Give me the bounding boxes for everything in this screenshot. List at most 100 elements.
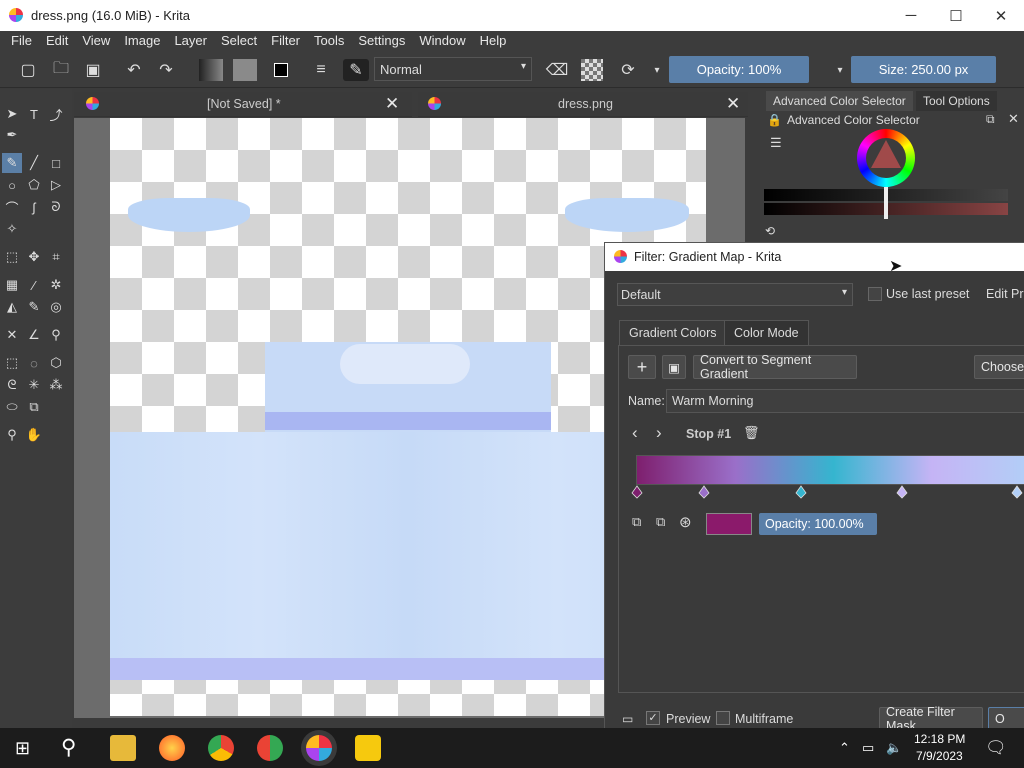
close-button[interactable]: ✕ [978, 0, 1024, 31]
colorize-mask-tool-icon[interactable]: ✎ [24, 297, 44, 317]
redo-icon[interactable]: ↷ [155, 59, 177, 81]
tab-color-mode[interactable]: Color Mode [724, 320, 809, 346]
undo-icon[interactable]: ↶ [123, 59, 145, 81]
preset-select[interactable]: Default ▾ [617, 283, 853, 306]
magnetic-select-tool-icon[interactable]: ⧉ [24, 397, 44, 417]
stop-bg-color-icon[interactable]: ⧉ [656, 514, 665, 530]
use-last-preset-checkbox[interactable] [868, 287, 882, 301]
polygon-tool-icon[interactable]: ⬠ [24, 175, 44, 195]
pan-tool-icon[interactable]: ✋ [24, 425, 44, 445]
menu-help[interactable]: Help [473, 31, 514, 52]
menu-settings[interactable]: Settings [351, 31, 412, 52]
save-gradient-icon[interactable]: ▣ [662, 355, 686, 379]
line-tool-icon[interactable]: ╱ [24, 153, 44, 173]
menu-window[interactable]: Window [412, 31, 472, 52]
menu-filter[interactable]: Filter [264, 31, 307, 52]
maximize-button[interactable]: ☐ [933, 0, 979, 31]
prev-stop-icon[interactable]: ‹ [632, 423, 638, 443]
tab-gradient-colors[interactable]: Gradient Colors [619, 320, 727, 346]
brush-preset-icon[interactable]: ✎ [343, 59, 369, 81]
smart-patch-tool-icon[interactable]: ✲ [46, 275, 66, 295]
gradient-stop-markers[interactable] [630, 484, 1024, 500]
gradient-stop-marker[interactable] [795, 485, 807, 499]
toggle-panel-icon[interactable]: ▭ [622, 712, 633, 726]
firefox-icon[interactable] [159, 735, 185, 761]
menu-select[interactable]: Select [214, 31, 264, 52]
measure-tool-icon[interactable]: ∠ [24, 325, 44, 345]
next-stop-icon[interactable]: › [656, 423, 662, 443]
add-gradient-button[interactable]: + [628, 355, 656, 379]
menu-edit[interactable]: Edit [39, 31, 75, 52]
tab-tool-options[interactable]: Tool Options [916, 91, 997, 111]
transform-tool-icon[interactable]: ⬚ [2, 247, 22, 267]
clock-time[interactable]: 12:18 PM [914, 732, 965, 746]
brush-settings-icon[interactable]: ≡ [310, 59, 332, 81]
file-explorer-icon[interactable] [110, 735, 136, 761]
opacity-dropdown-icon[interactable]: ▾ [829, 59, 851, 81]
enclose-fill-tool-icon[interactable]: ◎ [46, 297, 66, 317]
size-slider[interactable]: Size: 250.00 px [851, 56, 996, 83]
stop-color-button[interactable] [706, 513, 752, 535]
bezier-tool-icon[interactable]: ⌒ [2, 197, 22, 217]
new-document-icon[interactable]: ▢ [17, 59, 39, 81]
choose-button[interactable]: Choose [974, 355, 1024, 379]
float-docker-icon[interactable]: ⧉ [986, 112, 995, 127]
refresh-icon[interactable]: ⟲ [765, 224, 775, 238]
ellipse-tool-icon[interactable]: ○ [2, 175, 22, 195]
multibrush-tool-icon[interactable]: ✧ [2, 219, 22, 239]
menu-tools[interactable]: Tools [307, 31, 351, 52]
network-icon[interactable]: ▭ [862, 740, 874, 756]
stop-opacity-slider[interactable]: Opacity: 100.00% [759, 513, 877, 535]
stop-custom-color-icon[interactable]: ⊛ [679, 513, 692, 531]
gradient-stop-marker[interactable] [896, 485, 908, 499]
opacity-slider[interactable]: Opacity: 100% [669, 56, 809, 83]
rect-select-tool-icon[interactable]: ⬚ [2, 353, 22, 373]
notifications-icon[interactable]: 🗨 [985, 738, 1007, 758]
select-shapes-tool-icon[interactable]: ➤ [2, 104, 22, 124]
lock-icon[interactable]: 🔒 [767, 113, 782, 127]
chrome-profile-icon[interactable] [257, 735, 283, 761]
gradient-stop-marker[interactable] [1011, 485, 1023, 499]
reference-tool-icon[interactable]: ⚲ [46, 325, 66, 345]
reload-preset-icon[interactable]: ⟳ [617, 59, 639, 81]
chrome-icon[interactable] [208, 735, 234, 761]
volume-icon[interactable]: 🔈 [886, 740, 902, 756]
polygon-select-tool-icon[interactable]: ⬡ [46, 353, 66, 373]
start-windows-icon[interactable]: ⊞ [15, 738, 30, 759]
edit-shapes-tool-icon[interactable]: ⤴ [46, 104, 66, 124]
color-wheel[interactable] [857, 129, 915, 187]
search-icon[interactable]: ⚲ [61, 735, 76, 760]
gradient-preview[interactable] [636, 455, 1024, 485]
bezier-select-tool-icon[interactable]: ⬭ [2, 397, 22, 417]
reload-dropdown-icon[interactable]: ▾ [646, 59, 668, 81]
tab-dress-png[interactable]: dress.png ✕ [418, 92, 748, 117]
close-tab-icon[interactable]: ✕ [726, 94, 740, 114]
open-folder-icon[interactable]: 🗀 [50, 59, 72, 81]
gradient-name-field[interactable]: Warm Morning [666, 389, 1024, 413]
menu-image[interactable]: Image [117, 31, 167, 52]
dynamic-brush-tool-icon[interactable]: ᘐ [46, 197, 66, 217]
norton-icon[interactable] [355, 735, 381, 761]
rectangle-tool-icon[interactable]: □ [46, 153, 66, 173]
krita-taskbar-icon[interactable] [306, 735, 332, 761]
blend-mode-select[interactable]: Normal ▾ [374, 57, 532, 81]
close-docker-icon[interactable]: ✕ [1008, 111, 1019, 127]
gradient-stop-marker[interactable] [698, 485, 710, 499]
preview-checkbox[interactable]: ✓ [646, 711, 660, 725]
gradient-preset-icon[interactable] [199, 59, 223, 81]
pattern-preset-icon[interactable] [233, 59, 257, 81]
similar-select-tool-icon[interactable]: ⁂ [46, 375, 66, 395]
edit-presets-button[interactable]: Edit Pr [986, 287, 1024, 301]
polyline-tool-icon[interactable]: ▷ [46, 175, 66, 195]
preserve-alpha-icon[interactable] [581, 59, 603, 81]
menu-view[interactable]: View [75, 31, 117, 52]
convert-segment-button[interactable]: Convert to Segment Gradient [693, 353, 857, 381]
zoom-tool-icon[interactable]: ⚲ [2, 425, 22, 445]
menu-layer[interactable]: Layer [167, 31, 214, 52]
tab-advanced-color-selector[interactable]: Advanced Color Selector [766, 91, 913, 111]
clock-date[interactable]: 7/9/2023 [916, 749, 963, 763]
close-tab-icon[interactable]: ✕ [385, 94, 399, 114]
freehand-select-tool-icon[interactable]: ᘓ [2, 375, 22, 395]
assistant-tool-icon[interactable]: ✕ [2, 325, 22, 345]
gradient-tool-icon[interactable]: ▦ [2, 275, 22, 295]
